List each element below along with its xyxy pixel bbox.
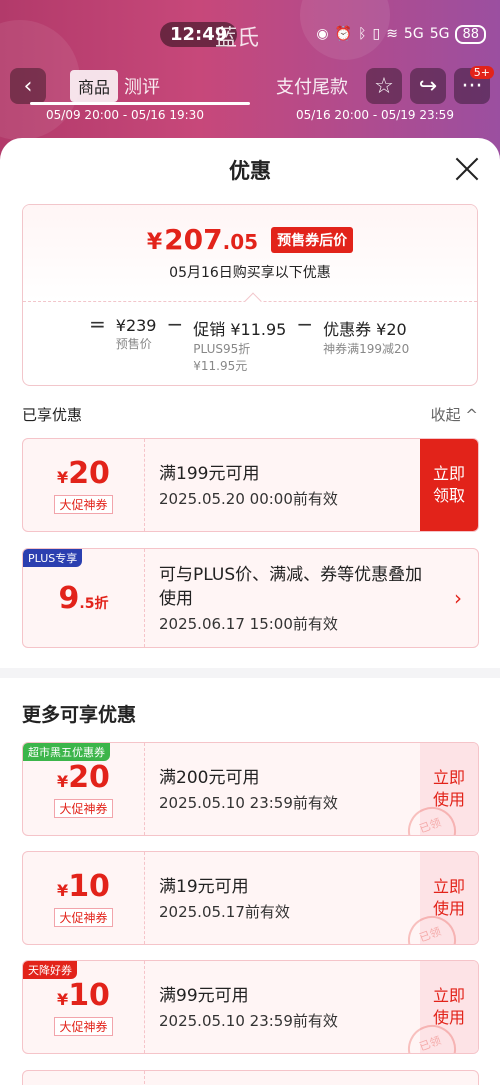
share-button[interactable]: ↪ bbox=[410, 68, 446, 104]
coupon-value: 20 bbox=[68, 760, 110, 795]
coupon-expiry: 2025.05.20 00:00前有效 bbox=[159, 489, 338, 508]
enjoyed-title: 已享优惠 bbox=[22, 405, 83, 424]
coupon-value: 10 bbox=[68, 869, 110, 904]
price-integer: 207 bbox=[164, 223, 223, 256]
promo-discount: 促销 ¥11.95 bbox=[193, 320, 287, 339]
tab-product[interactable]: 商品 bbox=[70, 70, 119, 102]
discount-value: 9 bbox=[58, 580, 80, 616]
price-decimal: .05 bbox=[222, 230, 259, 254]
presale-price: ¥239 bbox=[115, 316, 157, 335]
coupon-type-tag: 大促神券 bbox=[54, 799, 113, 818]
coupon-amount: ¥ 10 bbox=[57, 978, 110, 1013]
coupon-condition: 满19元可用 bbox=[159, 876, 249, 897]
final-price: ¥ 207 .05 bbox=[147, 223, 258, 256]
coupon-expiry: 2025.05.10 23:59前有效 bbox=[159, 1011, 338, 1030]
bluetooth-icon: ᛒ bbox=[358, 26, 367, 42]
coupon-type-tag: 大促神券 bbox=[54, 1017, 113, 1036]
coupon-condition: 满99元可用 bbox=[159, 985, 249, 1006]
coupon-currency: ¥ bbox=[57, 881, 69, 900]
claim-button[interactable]: 立即领取 bbox=[420, 439, 478, 531]
promo-plus-label: PLUS95折 bbox=[193, 342, 251, 356]
timeline-progress bbox=[30, 102, 250, 105]
purchase-date-text: 05月16日购买享以下优惠 bbox=[169, 265, 331, 281]
share-icon: ↪ bbox=[418, 73, 438, 99]
promo-amount: ¥11.95元 bbox=[193, 359, 248, 373]
plus-discount-amount: 9 .5折 bbox=[59, 581, 109, 616]
vibrate-icon: ▯ bbox=[372, 26, 381, 42]
enjoyed-section-header: 已享优惠 收起 ^ bbox=[22, 402, 478, 426]
page-nav: ‹ 商品 测评 支付尾款 ☆ ↪ ··· bbox=[10, 66, 490, 106]
wifi-icon: ≋ bbox=[386, 26, 398, 42]
chevron-left-icon: ‹ bbox=[23, 73, 33, 99]
sheet-header: 优惠 bbox=[0, 138, 500, 202]
pay-balance-label: 支付尾款 bbox=[276, 77, 348, 98]
minus-sign: − bbox=[166, 312, 184, 336]
presale-timeline: 05/09 20:00 - 05/16 19:30 05/16 20:00 - … bbox=[0, 108, 500, 128]
price-tag: 预售券后价 bbox=[271, 227, 354, 253]
coupon-value: 20 bbox=[68, 456, 110, 491]
collapse-button[interactable]: 收起 ^ bbox=[431, 404, 478, 425]
coupon-amount: ¥ 10 bbox=[57, 869, 110, 904]
coupon-card: ¥ 10 大促神券 满19元可用 2025.05.17前有效 立即使用 已领 bbox=[22, 851, 479, 945]
favorite-button[interactable]: ☆ bbox=[366, 68, 402, 104]
coupon-card bbox=[22, 1070, 479, 1085]
more-discounts-title: 更多可享优惠 bbox=[22, 704, 137, 726]
tab-review[interactable]: 测评 bbox=[124, 73, 160, 99]
brand-text: 蓝氏 bbox=[215, 26, 260, 51]
coupon-condition: 满200元可用 bbox=[159, 767, 260, 788]
status-icons: ◉ ⏰ ᛒ ▯ ≋ 5G 5G 88 bbox=[316, 24, 486, 44]
timeline-balance: 05/16 20:00 - 05/19 23:59 bbox=[296, 108, 454, 122]
coupon-type-tag: 大促神券 bbox=[54, 908, 113, 927]
discount-unit: .5折 bbox=[79, 595, 109, 612]
notification-badge: 5+ bbox=[469, 66, 494, 79]
minus-sign: − bbox=[296, 312, 314, 336]
price-summary-card: ¥ 207 .05 预售券后价 05月16日购买享以下优惠 = ¥239 预售价… bbox=[22, 204, 478, 386]
close-icon[interactable] bbox=[454, 156, 480, 182]
coupon-label: 神券满199减20 bbox=[323, 342, 410, 356]
eye-icon: ◉ bbox=[316, 26, 329, 42]
section-divider bbox=[0, 668, 500, 678]
coupon-currency: ¥ bbox=[57, 772, 69, 791]
back-button[interactable]: ‹ bbox=[10, 68, 46, 104]
coupon-amount: ¥ 20 bbox=[57, 456, 110, 491]
equals-sign: = bbox=[89, 312, 106, 336]
coupon-expiry: 2025.05.10 23:59前有效 bbox=[159, 793, 338, 812]
discount-sheet: 优惠 ¥ 207 .05 预售券后价 05月16日购买享以下优惠 = ¥239 … bbox=[0, 138, 500, 1085]
price-formula: = ¥239 预售价 − 促销 ¥11.95 PLUS95折 ¥11.95元 −… bbox=[23, 302, 477, 374]
coupon-value: 10 bbox=[68, 978, 110, 1013]
coupon-card: 天降好券 ¥ 10 大促神券 满99元可用 2025.05.10 23:59前有… bbox=[22, 960, 479, 1054]
sheet-title: 优惠 bbox=[229, 159, 271, 183]
star-icon: ☆ bbox=[374, 73, 394, 99]
presale-label: 预售价 bbox=[115, 337, 152, 351]
coupon-amount: ¥ 20 bbox=[57, 760, 110, 795]
price-currency: ¥ bbox=[146, 230, 163, 255]
battery-icon: 88 bbox=[455, 24, 486, 44]
chevron-right-icon[interactable]: › bbox=[438, 549, 478, 647]
coupon-currency: ¥ bbox=[57, 468, 69, 487]
plus-expiry: 2025.06.17 15:00前有效 bbox=[159, 614, 338, 633]
coupon-discount: 优惠券 ¥20 bbox=[323, 320, 407, 339]
plus-discount-card[interactable]: PLUS专享 9 .5折 可与PLUS价、满减、券等优惠叠加使用 2025.06… bbox=[22, 548, 479, 648]
coupon-type-tag: 大促神券 bbox=[54, 495, 113, 514]
timeline-deposit: 05/09 20:00 - 05/16 19:30 bbox=[46, 108, 204, 122]
signal-1-icon: 5G bbox=[403, 26, 424, 42]
coupon-condition: 满199元可用 bbox=[159, 463, 260, 484]
coupon-expiry: 2025.05.17前有效 bbox=[159, 902, 290, 921]
alarm-icon: ⏰ bbox=[334, 26, 353, 42]
signal-2-icon: 5G bbox=[429, 26, 450, 42]
coupon-currency: ¥ bbox=[57, 990, 69, 1009]
coupon-card: 超市黑五优惠券 ¥ 20 大促神券 满200元可用 2025.05.10 23:… bbox=[22, 742, 479, 836]
status-bar: 12:49 蓝氏 ◉ ⏰ ᛒ ▯ ≋ 5G 5G 88 bbox=[0, 0, 500, 64]
coupon-card: ¥ 20 大促神券 满199元可用 2025.05.20 00:00前有效 立即… bbox=[22, 438, 479, 532]
plus-description: 可与PLUS价、满减、券等优惠叠加使用 bbox=[159, 564, 423, 609]
